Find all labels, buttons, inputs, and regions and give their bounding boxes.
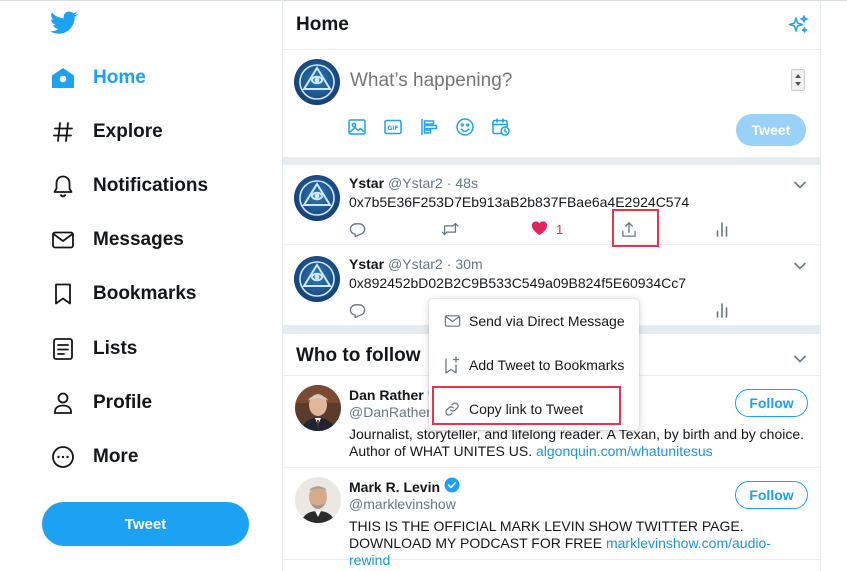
svg-text:GIF: GIF — [387, 125, 398, 132]
nav-profile-label: Profile — [93, 392, 153, 413]
like-count: 1 — [556, 221, 564, 237]
like-button[interactable]: 1 — [531, 219, 563, 239]
follow-button[interactable]: Follow — [735, 389, 808, 417]
copy-link-highlight-box — [432, 386, 621, 425]
user-handle: @marklevinshow — [349, 496, 456, 512]
hashtag-icon — [50, 119, 76, 145]
compose-tweet-button[interactable]: Tweet — [736, 114, 806, 146]
analytics-icon[interactable] — [715, 300, 729, 320]
tweet-author-handle[interactable]: @Ystar2 — [388, 256, 443, 272]
nav-messages[interactable]: Messages — [40, 217, 196, 263]
tweet-item[interactable]: Ystar @Ystar2 · 48s 0x7b5E36F253D7Eb913a… — [283, 165, 821, 245]
follow-suggestion[interactable]: Mark R. Levin @marklevinshow THIS IS THE… — [283, 468, 821, 568]
menu-item-add-bookmark[interactable]: Add Tweet to Bookmarks — [429, 343, 639, 387]
avatar[interactable] — [295, 385, 341, 431]
sidebar: Home Explore Notifications Messages Book… — [0, 0, 282, 571]
envelope-icon — [443, 312, 461, 330]
list-icon — [50, 336, 76, 362]
nav-more[interactable]: More — [40, 434, 150, 480]
nav-explore-label: Explore — [93, 121, 163, 142]
home-icon — [50, 65, 76, 91]
nav-bookmarks[interactable]: Bookmarks — [40, 271, 209, 317]
timeline-header: Home — [283, 0, 821, 50]
nav-explore[interactable]: Explore — [40, 109, 175, 155]
nav-notifications-label: Notifications — [93, 175, 209, 196]
avatar — [294, 256, 340, 302]
chevron-down-icon[interactable] — [793, 351, 807, 363]
divider — [283, 157, 821, 165]
composer-toolbar: GIF — [347, 117, 511, 137]
tweet-header: Ystar @Ystar2 · 48s — [349, 175, 478, 191]
menu-item-send-dm[interactable]: Send via Direct Message — [429, 299, 639, 343]
avatar — [294, 175, 340, 221]
heart-filled-icon — [531, 220, 548, 239]
tweet-composer: GIF Tweet — [283, 50, 821, 158]
tweet-text: 0x7b5E36F253D7Eb913aB2b837FBae6a4E2924C5… — [349, 194, 690, 210]
menu-item-label: Add Tweet to Bookmarks — [469, 357, 625, 373]
person-icon — [50, 390, 76, 416]
avatar[interactable] — [295, 477, 341, 523]
nav-home[interactable]: Home — [40, 55, 158, 101]
tweet-author-handle[interactable]: @Ystar2 — [388, 175, 443, 191]
user-handle: @DanRather — [349, 404, 431, 420]
tweet-author-name[interactable]: Ystar — [349, 256, 384, 272]
nav-bookmarks-label: Bookmarks — [93, 283, 197, 304]
chevron-down-icon[interactable] — [793, 177, 807, 189]
nav-profile[interactable]: Profile — [40, 380, 164, 426]
compose-input[interactable] — [350, 67, 740, 95]
tweet-header: Ystar @Ystar2 · 30m — [349, 256, 483, 272]
verified-badge-icon — [444, 477, 460, 496]
nav-messages-label: Messages — [93, 229, 184, 250]
nav-lists-label: Lists — [93, 338, 138, 359]
emoji-icon[interactable] — [455, 117, 475, 137]
tweet-actions: 1 — [349, 219, 749, 239]
tweet-timestamp[interactable]: 48s — [455, 175, 478, 191]
reply-icon[interactable] — [349, 300, 366, 320]
gif-icon[interactable]: GIF — [383, 117, 403, 137]
tweet-author-name[interactable]: Ystar — [349, 175, 384, 191]
user-bio: THIS IS THE OFFICIAL MARK LEVIN SHOW TWI… — [349, 518, 809, 569]
bookmark-icon — [50, 281, 76, 307]
nav-notifications[interactable]: Notifications — [40, 163, 220, 209]
envelope-icon — [50, 227, 76, 253]
user-bio: Journalist, storyteller, and lifelong re… — [349, 426, 809, 460]
nav-home-label: Home — [93, 67, 146, 88]
who-to-follow-title: Who to follow — [296, 345, 421, 366]
user-name[interactable]: Mark R. Levin — [349, 479, 440, 495]
user-name[interactable]: Dan Rather — [349, 387, 424, 403]
scroll-stepper[interactable] — [791, 69, 805, 91]
menu-item-label: Send via Direct Message — [469, 313, 625, 329]
avatar — [294, 59, 340, 105]
page-title: Home — [296, 14, 349, 35]
nav-more-label: More — [93, 446, 139, 467]
bell-icon — [50, 173, 76, 199]
sparkle-icon[interactable] — [787, 14, 809, 36]
separator-dot: · — [446, 175, 452, 191]
chevron-down-icon[interactable] — [793, 258, 807, 270]
share-highlight-box — [612, 209, 659, 247]
retweet-icon[interactable] — [441, 219, 459, 239]
twitter-bird-icon[interactable] — [50, 11, 78, 35]
nav-lists[interactable]: Lists — [40, 326, 149, 372]
tweet-text: 0x892452bD02B2C9B533C549a09B824f5E60934C… — [349, 275, 687, 291]
user-name-row: Mark R. Levin — [349, 477, 460, 496]
more-circle-icon — [50, 444, 76, 470]
user-bio-link[interactable]: algonquin.com/whatunitesus — [536, 443, 713, 459]
analytics-icon[interactable] — [715, 219, 729, 239]
schedule-icon[interactable] — [491, 117, 511, 137]
follow-button[interactable]: Follow — [735, 481, 808, 509]
sidebar-tweet-button[interactable]: Tweet — [42, 502, 249, 546]
tweet-timestamp[interactable]: 30m — [455, 256, 482, 272]
poll-icon[interactable] — [419, 117, 439, 137]
main-timeline: Home GIF Tweet — [282, 0, 821, 571]
image-icon[interactable] — [347, 117, 367, 137]
bookmark-add-icon — [443, 356, 461, 374]
reply-icon[interactable] — [349, 219, 366, 239]
separator-dot: · — [446, 256, 452, 272]
